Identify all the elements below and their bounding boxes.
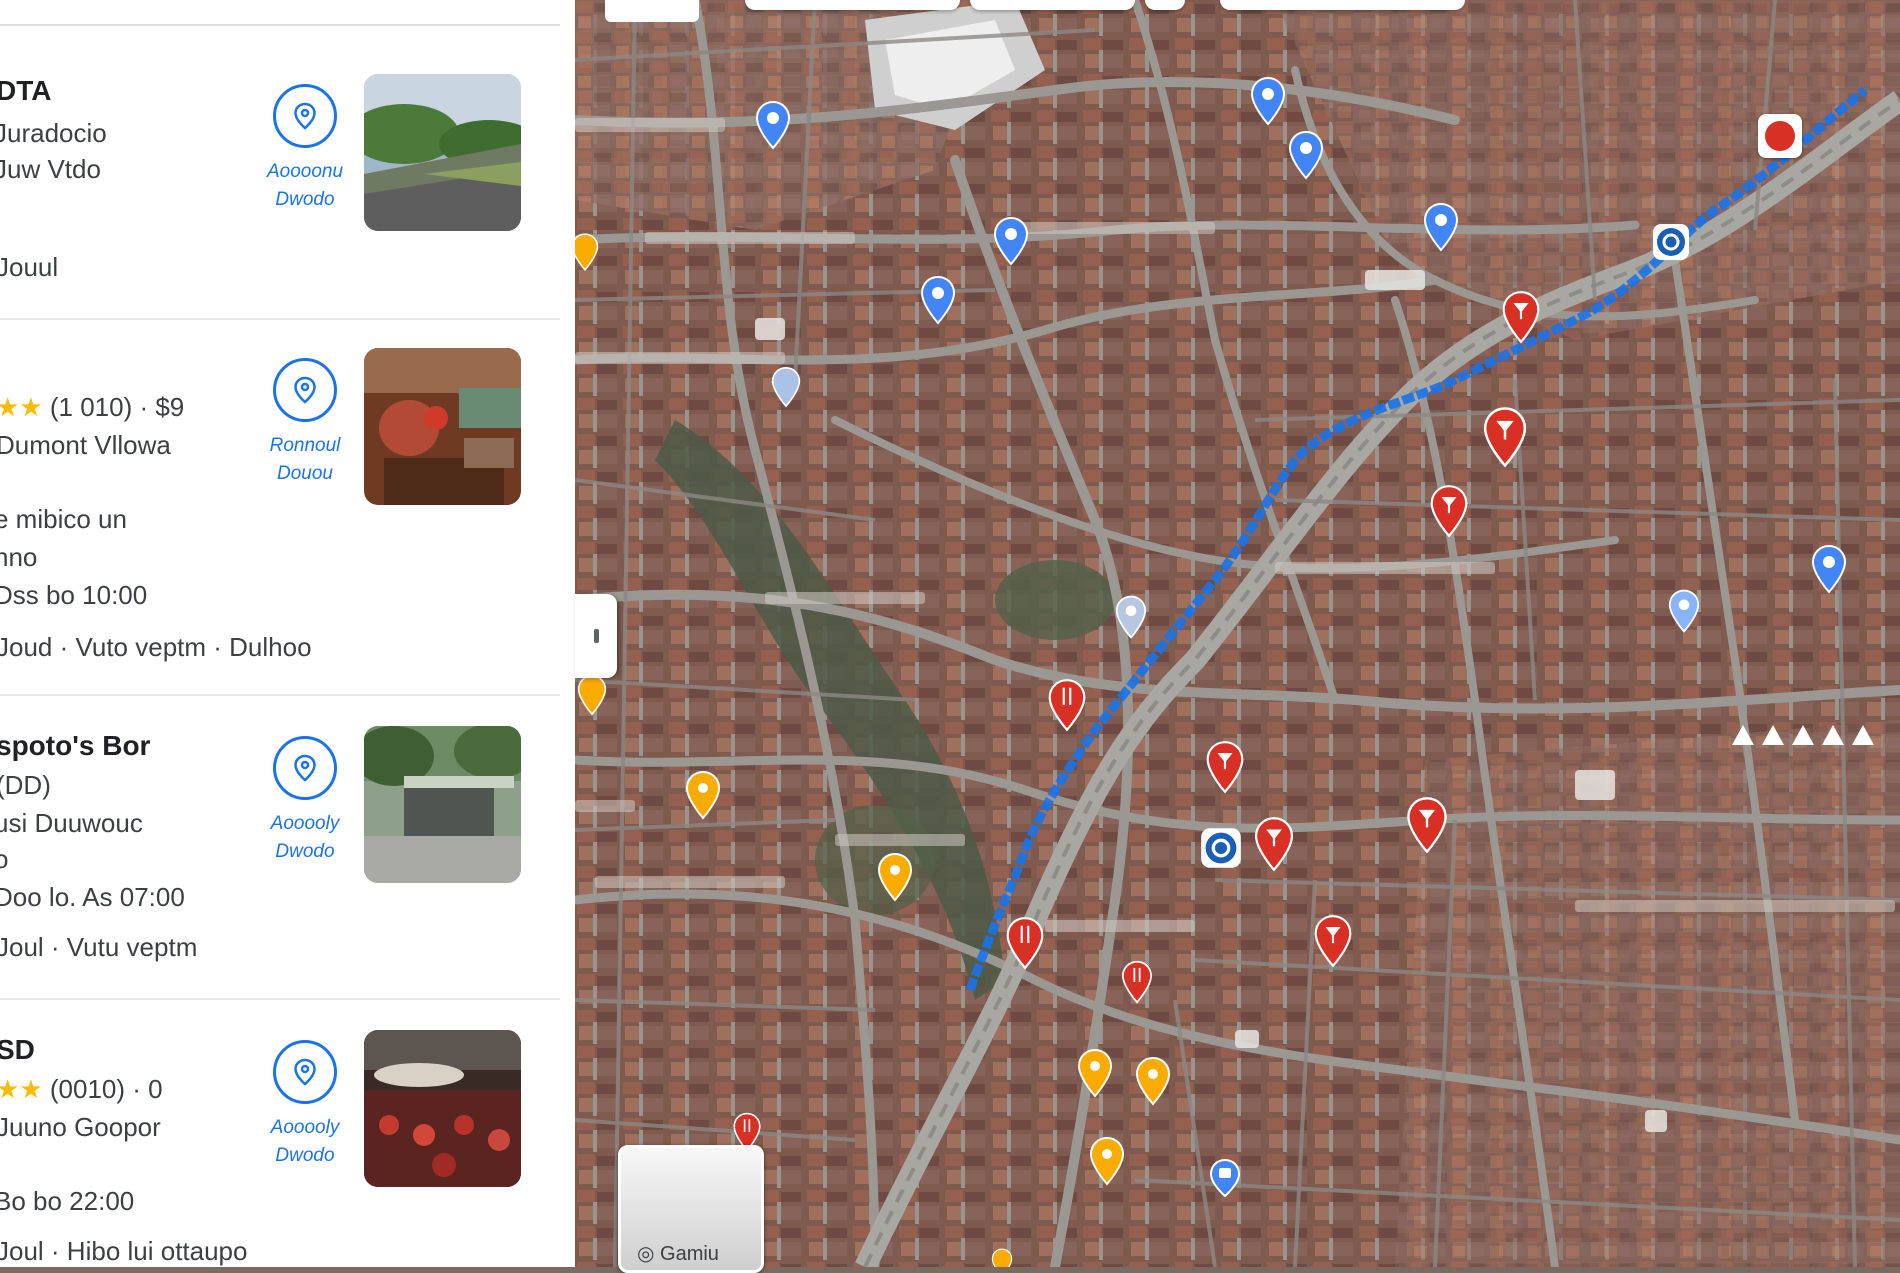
transit-stop-icon[interactable]	[1209, 1158, 1241, 1198]
result-photo[interactable]	[364, 74, 521, 231]
bar-pin-icon[interactable]	[1429, 484, 1469, 538]
action-label: Aoooonu	[266, 161, 344, 182]
action-label: Dwodo	[275, 1145, 335, 1166]
place-pin-icon[interactable]	[877, 852, 913, 902]
place-pin-icon[interactable]	[1089, 1136, 1125, 1186]
result-line: Jouul	[0, 252, 59, 282]
map-top-button[interactable]	[605, 0, 699, 22]
layers-icon: ◎	[637, 1243, 655, 1265]
restaurant-pin-icon[interactable]	[1117, 960, 1157, 1004]
result-line: (DD)	[0, 770, 51, 800]
chevron-left-icon	[593, 629, 599, 643]
info-pin-icon[interactable]	[1250, 76, 1286, 126]
result-line: Dss bo 10:00	[0, 580, 148, 610]
filter-chip[interactable]	[1145, 0, 1185, 10]
info-pin-icon[interactable]	[920, 275, 956, 325]
result-rating-text: (1 010) · $9	[49, 392, 185, 422]
filter-chip[interactable]	[1220, 0, 1465, 10]
layers-toggle[interactable]: ◎ Gamiu	[618, 1145, 764, 1273]
bar-pin-icon[interactable]	[1205, 740, 1245, 794]
info-pin-icon[interactable]	[1423, 202, 1459, 252]
pin-outline-icon	[273, 736, 337, 800]
result-rating-text: (0010) · 0	[49, 1074, 163, 1104]
result-name: SD	[0, 1034, 35, 1065]
transit-stop-icon[interactable]	[1651, 222, 1691, 262]
result-line: o	[0, 844, 9, 874]
collapse-panel-button[interactable]	[575, 594, 617, 678]
result-line: Joud · Vuto veptm · Dulhoo	[0, 632, 312, 662]
info-pin-icon[interactable]	[1288, 130, 1324, 180]
result-line: e mibico un	[0, 504, 127, 534]
place-pin-icon[interactable]	[575, 230, 599, 274]
info-pin-icon[interactable]	[1115, 594, 1147, 640]
result-card[interactable]: ★★ (1 010) · $9 Dumont Vllowa e mibico u…	[0, 320, 560, 696]
info-pin-icon[interactable]	[993, 216, 1029, 266]
result-card[interactable]: spoto's Bor (DD) usi Duuwouc o Doo lo. A…	[0, 696, 560, 1000]
restaurant-pin-icon[interactable]	[1047, 678, 1087, 732]
info-pin-icon[interactable]	[755, 100, 791, 150]
result-line: Joul · Hibo lui ottaupo	[0, 1236, 248, 1266]
satellite-map	[575, 0, 1900, 1267]
restaurant-pin-icon[interactable]	[1005, 916, 1045, 970]
bar-pin-icon[interactable]	[1479, 406, 1531, 468]
result-photo[interactable]	[364, 1030, 521, 1187]
action-label: Aooooly	[270, 813, 340, 834]
result-line: Juw Vtdo	[0, 154, 101, 184]
star-rating-icon: ★★	[0, 392, 43, 422]
map-canvas[interactable]	[575, 0, 1900, 1267]
result-line: Juuno Goopor	[0, 1112, 161, 1142]
place-pin-icon[interactable]	[577, 674, 607, 716]
results-panel: DTA Juradocio Juw Vtdo Jouul Aoooonu Dwod…	[0, 0, 575, 1267]
result-line: Joul · Vutu veptm	[0, 932, 198, 962]
bar-pin-icon[interactable]	[1313, 914, 1353, 968]
bar-pin-icon[interactable]	[1501, 290, 1541, 344]
result-name: spoto's Bor	[0, 730, 151, 761]
bar-pin-icon[interactable]	[1253, 816, 1295, 872]
result-line: Doo lo. As 07:00	[0, 882, 185, 912]
result-line: usi Duuwouc	[0, 808, 143, 838]
place-pin-icon[interactable]	[1077, 1048, 1113, 1098]
result-name: DTA	[0, 75, 52, 106]
result-card[interactable]: SD ★★ (0010) · 0 Juuno Goopor Bo bo 22:0…	[0, 1000, 560, 1267]
result-line: Dumont Vllowa	[0, 430, 171, 460]
result-line: Bo bo 22:00	[0, 1186, 135, 1216]
bar-pin-icon[interactable]	[1405, 796, 1449, 854]
action-label: Dwodo	[275, 841, 335, 862]
panel-divider	[0, 24, 560, 26]
result-rating: ★★ (0010) · 0	[0, 1074, 163, 1105]
info-pin-icon[interactable]	[771, 366, 801, 408]
place-pin-icon[interactable]	[987, 1248, 1017, 1267]
result-rating: ★★ (1 010) · $9	[0, 392, 184, 423]
website-button[interactable]: Aooooly Dwodo	[255, 736, 355, 866]
action-label: Aooooly	[270, 1117, 340, 1138]
action-label: Douou	[277, 463, 333, 484]
action-label: Ronnoul	[269, 435, 341, 456]
filter-chip[interactable]	[970, 0, 1135, 10]
transit-stop-icon[interactable]	[1199, 826, 1243, 870]
result-photo[interactable]	[364, 348, 521, 505]
info-pin-icon[interactable]	[1811, 544, 1847, 594]
photo-strip	[1732, 725, 1900, 745]
result-line: nno	[0, 542, 38, 572]
filter-chip[interactable]	[745, 0, 960, 10]
result-card[interactable]: DTA Juradocio Juw Vtdo Jouul Aoooonu Dwod…	[0, 30, 560, 320]
result-line: Juradocio	[0, 118, 107, 148]
website-button[interactable]: Aooooly Dwodo	[255, 1040, 355, 1170]
info-pin-icon[interactable]	[1668, 588, 1700, 634]
result-photo[interactable]	[364, 726, 521, 883]
map-badge-icon[interactable]	[1758, 114, 1802, 158]
pin-outline-icon	[273, 1040, 337, 1104]
star-rating-icon: ★★	[0, 1074, 43, 1104]
website-button[interactable]: Aoooonu Dwodo	[255, 84, 355, 214]
place-pin-icon[interactable]	[1135, 1056, 1171, 1106]
pin-outline-icon	[273, 358, 337, 422]
layers-label: Gamiu	[660, 1243, 719, 1265]
action-label: Dwodo	[275, 189, 335, 210]
website-button[interactable]: Ronnoul Douou	[255, 358, 355, 488]
place-pin-icon[interactable]	[685, 770, 721, 820]
pin-outline-icon	[273, 84, 337, 148]
